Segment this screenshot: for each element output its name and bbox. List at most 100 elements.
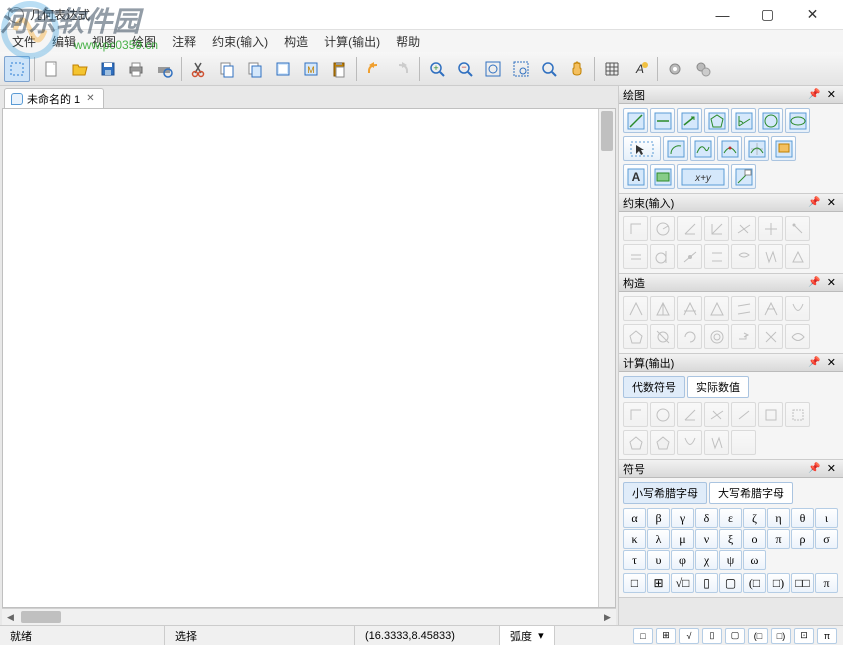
undo-button[interactable] bbox=[361, 56, 387, 82]
open-button[interactable] bbox=[67, 56, 93, 82]
copy-emf-button[interactable] bbox=[270, 56, 296, 82]
tab-close-button[interactable]: ✕ bbox=[84, 93, 96, 104]
greek-letter-ε[interactable]: ε bbox=[719, 508, 742, 528]
menu-file[interactable]: 文件 bbox=[4, 31, 44, 52]
construct-parallel-button[interactable] bbox=[731, 296, 756, 321]
calc-parametric-button[interactable] bbox=[677, 430, 702, 455]
calc-implicit-button[interactable] bbox=[704, 430, 729, 455]
tool-select[interactable] bbox=[4, 56, 30, 82]
zoom-out-button[interactable]: − bbox=[452, 56, 478, 82]
document-tab[interactable]: 未命名的 1 ✕ bbox=[4, 88, 104, 108]
greek-letter-ρ[interactable]: ρ bbox=[791, 529, 814, 549]
print-button[interactable] bbox=[123, 56, 149, 82]
close-button[interactable]: ✕ bbox=[790, 1, 835, 29]
vertical-scrollbar[interactable] bbox=[598, 109, 615, 607]
maximize-button[interactable]: ▢ bbox=[745, 1, 790, 29]
pin-icon[interactable]: 📌 bbox=[805, 357, 823, 368]
calc-distance-button[interactable] bbox=[623, 402, 648, 427]
pin-icon[interactable]: 📌 bbox=[805, 277, 823, 288]
zoom-in-button[interactable]: + bbox=[424, 56, 450, 82]
select-tool-button[interactable] bbox=[623, 136, 661, 161]
zoom-selection-button[interactable] bbox=[508, 56, 534, 82]
calc-tab-symbolic[interactable]: 代数符号 bbox=[623, 376, 685, 398]
panel-close-button[interactable]: ✕ bbox=[824, 276, 839, 289]
pin-icon[interactable]: 📌 bbox=[805, 197, 823, 208]
greek-letter-μ[interactable]: μ bbox=[671, 529, 694, 549]
panel-close-button[interactable]: ✕ bbox=[824, 196, 839, 209]
draw-angle-button[interactable] bbox=[731, 108, 756, 133]
constraint-congruent-button[interactable] bbox=[623, 244, 648, 269]
construct-locus-button[interactable] bbox=[785, 324, 810, 349]
calc-coords-button[interactable] bbox=[623, 430, 648, 455]
greek-letter-ο[interactable]: ο bbox=[743, 529, 766, 549]
symbol-tab-lowercase[interactable]: 小写希腊字母 bbox=[623, 482, 707, 504]
math-symbol[interactable]: √□ bbox=[671, 573, 694, 593]
construct-perpendicular-button[interactable] bbox=[758, 296, 783, 321]
status-tool-4[interactable]: ▯ bbox=[702, 628, 722, 644]
constraint-incident-button[interactable] bbox=[677, 244, 702, 269]
panel-close-button[interactable]: ✕ bbox=[824, 356, 839, 369]
math-symbol[interactable]: π bbox=[815, 573, 838, 593]
constraint-slope-button[interactable] bbox=[731, 216, 756, 241]
draw-locus-button[interactable] bbox=[717, 136, 742, 161]
math-symbol[interactable]: □) bbox=[767, 573, 790, 593]
math-symbol[interactable]: ▯ bbox=[695, 573, 718, 593]
math-symbol[interactable]: □□ bbox=[791, 573, 814, 593]
math-symbol[interactable]: □ bbox=[623, 573, 646, 593]
calc-expression-button[interactable] bbox=[731, 430, 756, 455]
construct-rotate-button[interactable] bbox=[677, 324, 702, 349]
status-tool-2[interactable]: ⊞ bbox=[656, 628, 676, 644]
greek-letter-ξ[interactable]: ξ bbox=[719, 529, 742, 549]
calc-radius-button[interactable] bbox=[650, 402, 675, 427]
greek-letter-λ[interactable]: λ bbox=[647, 529, 670, 549]
pan-button[interactable] bbox=[564, 56, 590, 82]
menu-draw[interactable]: 绘图 bbox=[124, 31, 164, 52]
construct-perpbisector-button[interactable] bbox=[704, 296, 729, 321]
greek-letter-τ[interactable]: τ bbox=[623, 550, 646, 570]
zoom-fit-button[interactable] bbox=[480, 56, 506, 82]
status-tool-3[interactable]: √ bbox=[679, 628, 699, 644]
construct-polygon-button[interactable] bbox=[623, 324, 648, 349]
save-button[interactable] bbox=[95, 56, 121, 82]
constraint-parallel-button[interactable] bbox=[704, 244, 729, 269]
redo-button[interactable] bbox=[389, 56, 415, 82]
draw-circle-button[interactable] bbox=[758, 108, 783, 133]
constraint-implicit-button[interactable] bbox=[758, 244, 783, 269]
greek-letter-ν[interactable]: ν bbox=[695, 529, 718, 549]
preferences-button[interactable] bbox=[690, 56, 716, 82]
constraint-proportion-button[interactable] bbox=[785, 244, 810, 269]
calc-direction-button[interactable] bbox=[704, 402, 729, 427]
zoom-actual-button[interactable] bbox=[536, 56, 562, 82]
menu-help[interactable]: 帮助 bbox=[388, 31, 428, 52]
calc-area-button[interactable] bbox=[758, 402, 783, 427]
status-tool-8[interactable]: ⊡ bbox=[794, 628, 814, 644]
greek-letter-β[interactable]: β bbox=[647, 508, 670, 528]
construct-midpoint-button[interactable] bbox=[623, 296, 648, 321]
status-tool-7[interactable]: □) bbox=[771, 628, 791, 644]
construct-dilate-button[interactable] bbox=[704, 324, 729, 349]
construct-translate-button[interactable] bbox=[731, 324, 756, 349]
draw-curve-button[interactable] bbox=[690, 136, 715, 161]
greek-letter-π[interactable]: π bbox=[767, 529, 790, 549]
constraint-distance-button[interactable] bbox=[623, 216, 648, 241]
calc-angle-button[interactable] bbox=[677, 402, 702, 427]
draw-annotation-button[interactable] bbox=[731, 164, 756, 189]
construct-reflect-button[interactable] bbox=[650, 324, 675, 349]
greek-letter-σ[interactable]: σ bbox=[815, 529, 838, 549]
menu-edit[interactable]: 编辑 bbox=[44, 31, 84, 52]
drawing-canvas[interactable] bbox=[2, 108, 616, 608]
draw-conic-button[interactable] bbox=[785, 108, 810, 133]
panel-close-button[interactable]: ✕ bbox=[824, 88, 839, 101]
print-preview-button[interactable] bbox=[151, 56, 177, 82]
status-tool-5[interactable]: ▢ bbox=[725, 628, 745, 644]
calc-tab-numeric[interactable]: 实际数值 bbox=[687, 376, 749, 398]
draw-segment-button[interactable] bbox=[650, 108, 675, 133]
status-tool-1[interactable]: □ bbox=[633, 628, 653, 644]
constraint-perpendicular-button[interactable] bbox=[758, 216, 783, 241]
draw-polygon-button[interactable] bbox=[704, 108, 729, 133]
construct-trace-button[interactable] bbox=[758, 324, 783, 349]
constraint-radius-button[interactable] bbox=[650, 216, 675, 241]
pin-icon[interactable]: 📌 bbox=[805, 89, 823, 100]
greek-letter-ψ[interactable]: ψ bbox=[719, 550, 742, 570]
constraint-direction-button[interactable] bbox=[704, 216, 729, 241]
